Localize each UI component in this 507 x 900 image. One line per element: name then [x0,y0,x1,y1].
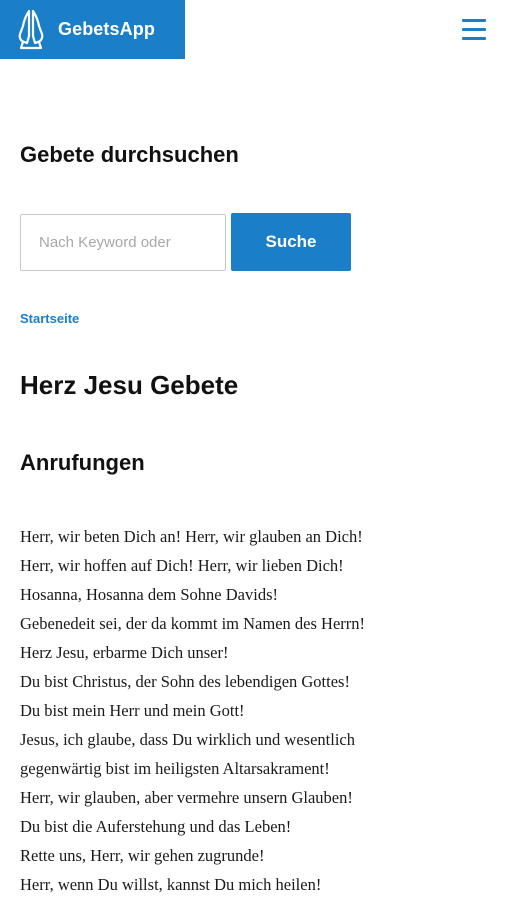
search-input[interactable] [20,214,226,271]
prayer-text: Herr, wir beten Dich an! Herr, wir glaub… [20,522,500,899]
app-header: GebetsApp [0,0,507,60]
menu-button[interactable] [456,16,492,44]
section-title: Anrufungen [20,450,145,475]
hamburger-menu-icon-bar [462,28,486,31]
prayer-line: Jesus, ich glaube, dass Du wirklich und … [20,730,355,749]
search-button[interactable]: Suche [231,213,351,271]
praying-hands-icon [18,9,44,50]
app-logo-link[interactable]: GebetsApp [0,0,185,59]
prayer-line: gegenwärtig bist im heiligsten Altarsakr… [20,759,330,778]
prayer-line: Gebenedeit sei, der da kommt im Namen de… [20,614,366,633]
hamburger-menu-icon-bar [462,37,486,40]
prayer-line: Herr, wir beten Dich an! Herr, wir glaub… [20,527,363,546]
page-title: Herz Jesu Gebete [20,370,239,400]
prayer-line: Du bist die Auferstehung und das Leben! [20,817,292,836]
prayer-line: Herr, wenn Du willst, kannst Du mich hei… [20,875,322,894]
app-name: GebetsApp [58,19,155,39]
prayer-line: Hosanna, Hosanna dem Sohne Davids! [20,585,278,604]
hamburger-menu-icon [462,19,486,22]
search-heading: Gebete durchsuchen [20,142,239,167]
prayer-line: Rette uns, Herr, wir gehen zugrunde! [20,846,265,865]
prayer-line: Herr, wir hoffen auf Dich! Herr, wir lie… [20,556,344,575]
prayer-line: Herr, wir glauben, aber vermehre unsern … [20,788,353,807]
breadcrumb-home-link[interactable]: Startseite [20,310,79,328]
prayer-line: Du bist Christus, der Sohn des lebendige… [20,672,350,691]
prayer-line: Du bist mein Herr und mein Gott! [20,701,245,720]
prayer-line: Herz Jesu, erbarme Dich unser! [20,643,229,662]
